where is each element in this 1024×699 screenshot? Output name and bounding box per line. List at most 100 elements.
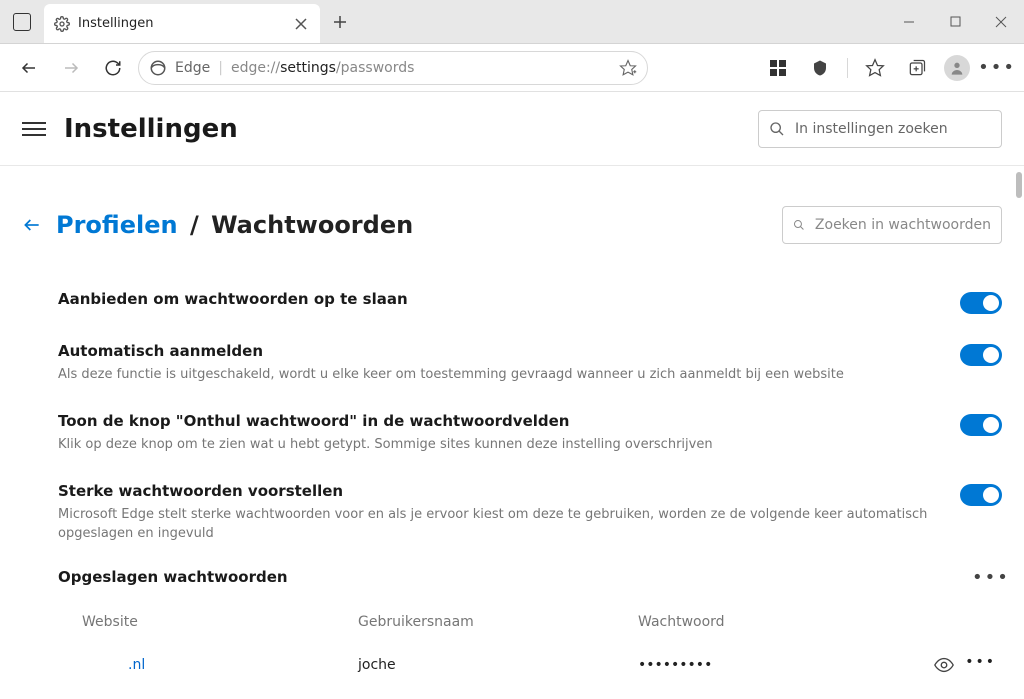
titlebar: Instellingen [0,0,1024,44]
tab-close-button[interactable] [292,15,310,33]
cell-actions: ••• [926,654,1002,676]
tab-title: Instellingen [78,16,284,31]
maximize-icon [950,16,961,27]
setting-strong-passwords: Sterke wachtwoorden voorstellen Microsof… [58,472,1002,560]
password-search-placeholder: Zoeken in wachtwoorden [815,217,991,233]
website-link[interactable]: .nl [82,657,145,673]
setting-offer-save: Aanbieden om wachtwoorden op te slaan [58,280,1002,332]
maximize-button[interactable] [932,0,978,43]
saved-passwords-title: Opgeslagen wachtwoorden [58,568,972,586]
favorite-button[interactable] [619,59,637,77]
shield-icon [811,59,829,77]
hamburger-button[interactable] [22,117,46,141]
setting-text: Toon de knop "Onthul wachtwoord" in de w… [58,412,960,454]
col-header-website[interactable]: Website [58,614,358,630]
address-separator: | [218,60,223,76]
profile-button[interactable] [944,55,970,81]
setting-text: Automatisch aanmelden Als deze functie i… [58,342,960,384]
address-url: edge://settings/passwords [231,60,414,76]
collections-button[interactable] [902,53,932,83]
toggle-strong-passwords[interactable] [960,484,1002,506]
address-label: Edge [175,60,210,76]
refresh-icon [104,59,122,77]
grid-icon [769,59,787,77]
content: Profielen / Wachtwoorden Zoeken in wacht… [0,166,1024,699]
hamburger-line [22,134,46,136]
hamburger-line [22,122,46,124]
tab-actions-button[interactable] [0,0,44,43]
setting-text: Aanbieden om wachtwoorden op te slaan [58,290,960,308]
settings-search[interactable]: In instellingen zoeken [758,110,1002,148]
star-plus-icon [619,59,637,77]
setting-title: Aanbieden om wachtwoorden op te slaan [58,290,930,308]
edge-icon [149,59,167,77]
new-tab-button[interactable] [320,0,360,43]
setting-reveal-button: Toon de knop "Onthul wachtwoord" in de w… [58,402,1002,472]
setting-text: Sterke wachtwoorden voorstellen Microsof… [58,482,960,542]
browser-tab[interactable]: Instellingen [44,4,320,43]
show-password-button[interactable] [933,654,955,676]
arrow-left-icon [20,59,38,77]
setting-title: Automatisch aanmelden [58,342,930,360]
setting-desc: Microsoft Edge stelt sterke wachtwoorden… [58,506,930,542]
extension-button-1[interactable] [763,53,793,83]
address-bar[interactable]: Edge | edge://settings/passwords [138,51,648,85]
page-title: Instellingen [64,114,238,144]
toggle-reveal-button[interactable] [960,414,1002,436]
row-more-button[interactable]: ••• [965,654,996,676]
settings-header: Instellingen In instellingen zoeken [0,92,1024,166]
eye-icon [933,654,955,676]
dots-icon: ••• [965,654,996,670]
search-icon [793,217,805,233]
extension-button-2[interactable] [805,53,835,83]
close-icon [995,16,1007,28]
cell-website: .nl [58,657,358,673]
star-icon [865,58,885,78]
breadcrumb-separator: / [190,211,199,239]
window-controls [886,0,1024,43]
close-window-button[interactable] [978,0,1024,43]
dots-icon: ••• [978,57,1016,78]
arrow-right-icon [62,59,80,77]
col-header-password[interactable]: Wachtwoord [638,614,926,630]
scrollbar-thumb[interactable] [1016,172,1022,198]
breadcrumb-parent-link[interactable]: Profielen [56,211,178,239]
menu-button[interactable]: ••• [982,53,1012,83]
minimize-button[interactable] [886,0,932,43]
refresh-button[interactable] [96,51,130,85]
minimize-icon [903,16,915,28]
search-icon [769,121,785,137]
toggle-offer-save[interactable] [960,292,1002,314]
setting-title: Sterke wachtwoorden voorstellen [58,482,930,500]
settings-list: Aanbieden om wachtwoorden op te slaan Au… [58,280,1002,676]
setting-desc: Als deze functie is uitgeschakeld, wordt… [58,366,930,384]
close-icon [295,18,307,30]
settings-search-placeholder: In instellingen zoeken [795,121,948,137]
breadcrumb-current: Wachtwoorden [211,211,413,239]
toolbar: Edge | edge://settings/passwords ••• [0,44,1024,92]
passwords-table: Website Gebruikersnaam Wachtwoord .nl jo… [58,614,1002,676]
breadcrumb: Profielen / Wachtwoorden [56,211,413,239]
password-search[interactable]: Zoeken in wachtwoorden [782,206,1002,244]
saved-passwords-header: Opgeslagen wachtwoorden ••• [58,567,1002,588]
arrow-left-icon [22,215,42,235]
gear-icon [54,16,70,32]
collections-icon [907,58,927,78]
forward-button[interactable] [54,51,88,85]
square-icon [13,13,31,31]
toggle-auto-signin[interactable] [960,344,1002,366]
person-icon [949,60,965,76]
saved-passwords-more-button[interactable]: ••• [972,567,1002,588]
setting-auto-signin: Automatisch aanmelden Als deze functie i… [58,332,1002,402]
col-header-username[interactable]: Gebruikersnaam [358,614,638,630]
favorites-button[interactable] [860,53,890,83]
setting-desc: Klik op deze knop om te zien wat u hebt … [58,436,930,454]
plus-icon [333,15,347,29]
breadcrumb-back-button[interactable] [22,215,42,235]
table-header: Website Gebruikersnaam Wachtwoord [58,614,1002,630]
back-button[interactable] [12,51,46,85]
table-row: .nl joche ••••••••• ••• [58,654,1002,676]
breadcrumb-row: Profielen / Wachtwoorden Zoeken in wacht… [22,206,1002,244]
cell-password: ••••••••• [638,657,926,673]
separator [847,58,848,78]
